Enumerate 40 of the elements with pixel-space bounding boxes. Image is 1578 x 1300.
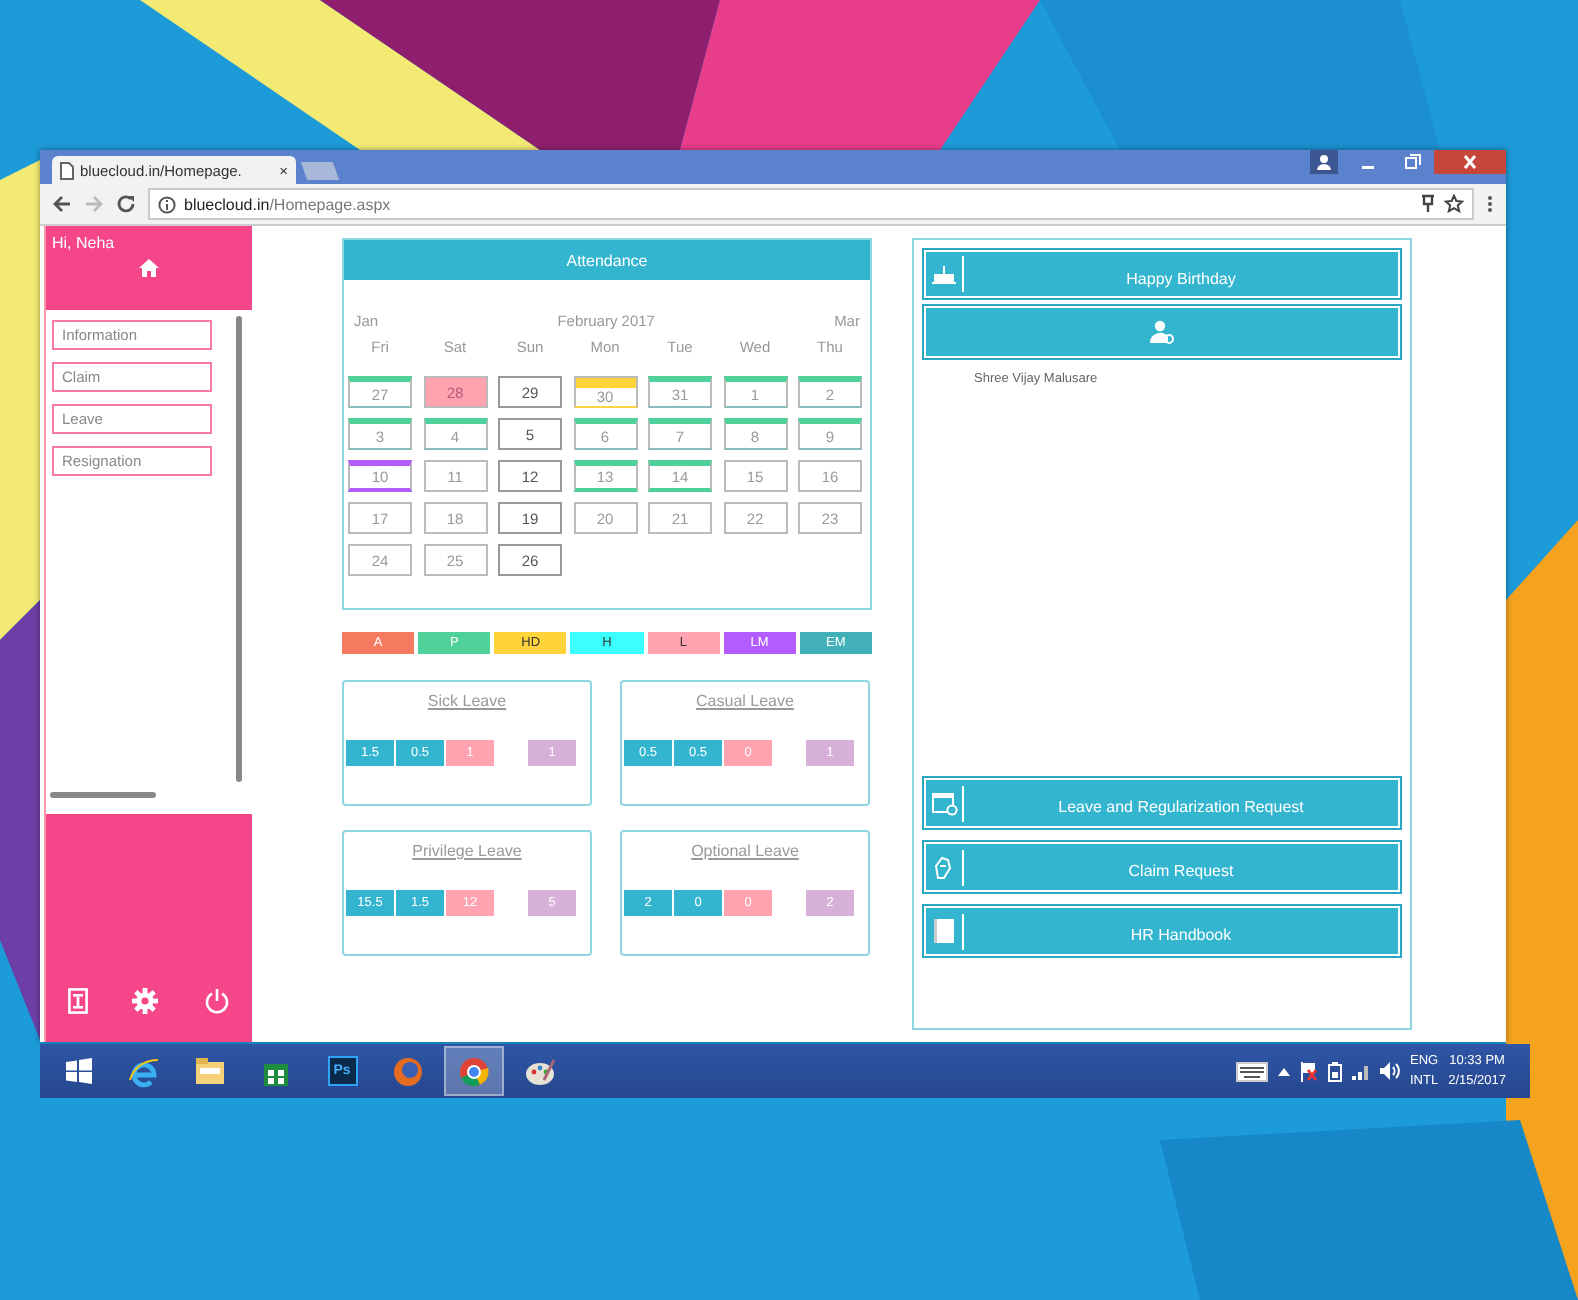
book-icon xyxy=(931,918,957,944)
settings-icon[interactable] xyxy=(132,988,159,1014)
home-icon[interactable] xyxy=(138,258,160,278)
cake-icon xyxy=(932,264,956,284)
page-icon xyxy=(60,161,74,179)
leave-title[interactable]: Sick Leave xyxy=(427,692,507,710)
browser-e-icon[interactable] xyxy=(128,1055,160,1087)
back-icon[interactable] xyxy=(52,194,72,214)
up-arrow-icon[interactable] xyxy=(1277,1067,1290,1075)
birthday-banner[interactable]: Happy Birthday xyxy=(924,250,1400,298)
calendar-header: Attendance xyxy=(344,240,870,280)
signal-icon[interactable] xyxy=(1351,1063,1370,1079)
flag-icon[interactable] xyxy=(1299,1061,1318,1081)
windows-logo-icon[interactable] xyxy=(65,1058,91,1084)
leave-title[interactable]: Optional Leave xyxy=(691,842,799,860)
speaker-icon[interactable] xyxy=(1379,1062,1400,1080)
greeting-text: Hi, Neha xyxy=(52,234,117,252)
star-icon[interactable] xyxy=(1444,194,1464,214)
round-browser-icon[interactable] xyxy=(458,1055,490,1087)
leave-title[interactable]: Privilege Leave xyxy=(412,842,522,860)
keyboard-icon[interactable] xyxy=(1235,1061,1268,1081)
folder-icon[interactable] xyxy=(194,1055,226,1087)
leave-title[interactable]: Casual Leave xyxy=(696,692,794,710)
palette-icon[interactable] xyxy=(524,1055,556,1087)
menu-icon[interactable] xyxy=(1486,194,1494,214)
action-button[interactable]: HR Handbook xyxy=(924,906,1400,956)
id-card-icon[interactable] xyxy=(68,988,89,1014)
battery-icon[interactable] xyxy=(1327,1061,1342,1081)
power-icon[interactable] xyxy=(203,988,230,1014)
vertical-scrollbar[interactable] xyxy=(236,316,242,782)
pin-icon[interactable] xyxy=(1420,194,1436,214)
calendar-icon xyxy=(931,790,957,816)
action-button[interactable]: Leave and Regularization Request xyxy=(924,778,1400,828)
horizontal-scrollbar[interactable] xyxy=(50,792,156,798)
user-icon xyxy=(1150,320,1174,344)
info-icon xyxy=(158,195,176,213)
reload-icon[interactable] xyxy=(116,194,136,214)
action-button[interactable]: Claim Request xyxy=(924,842,1400,892)
profile-icon[interactable] xyxy=(1310,150,1338,174)
address-field[interactable]: bluecloud.in/Homepage.aspx xyxy=(148,188,1474,220)
